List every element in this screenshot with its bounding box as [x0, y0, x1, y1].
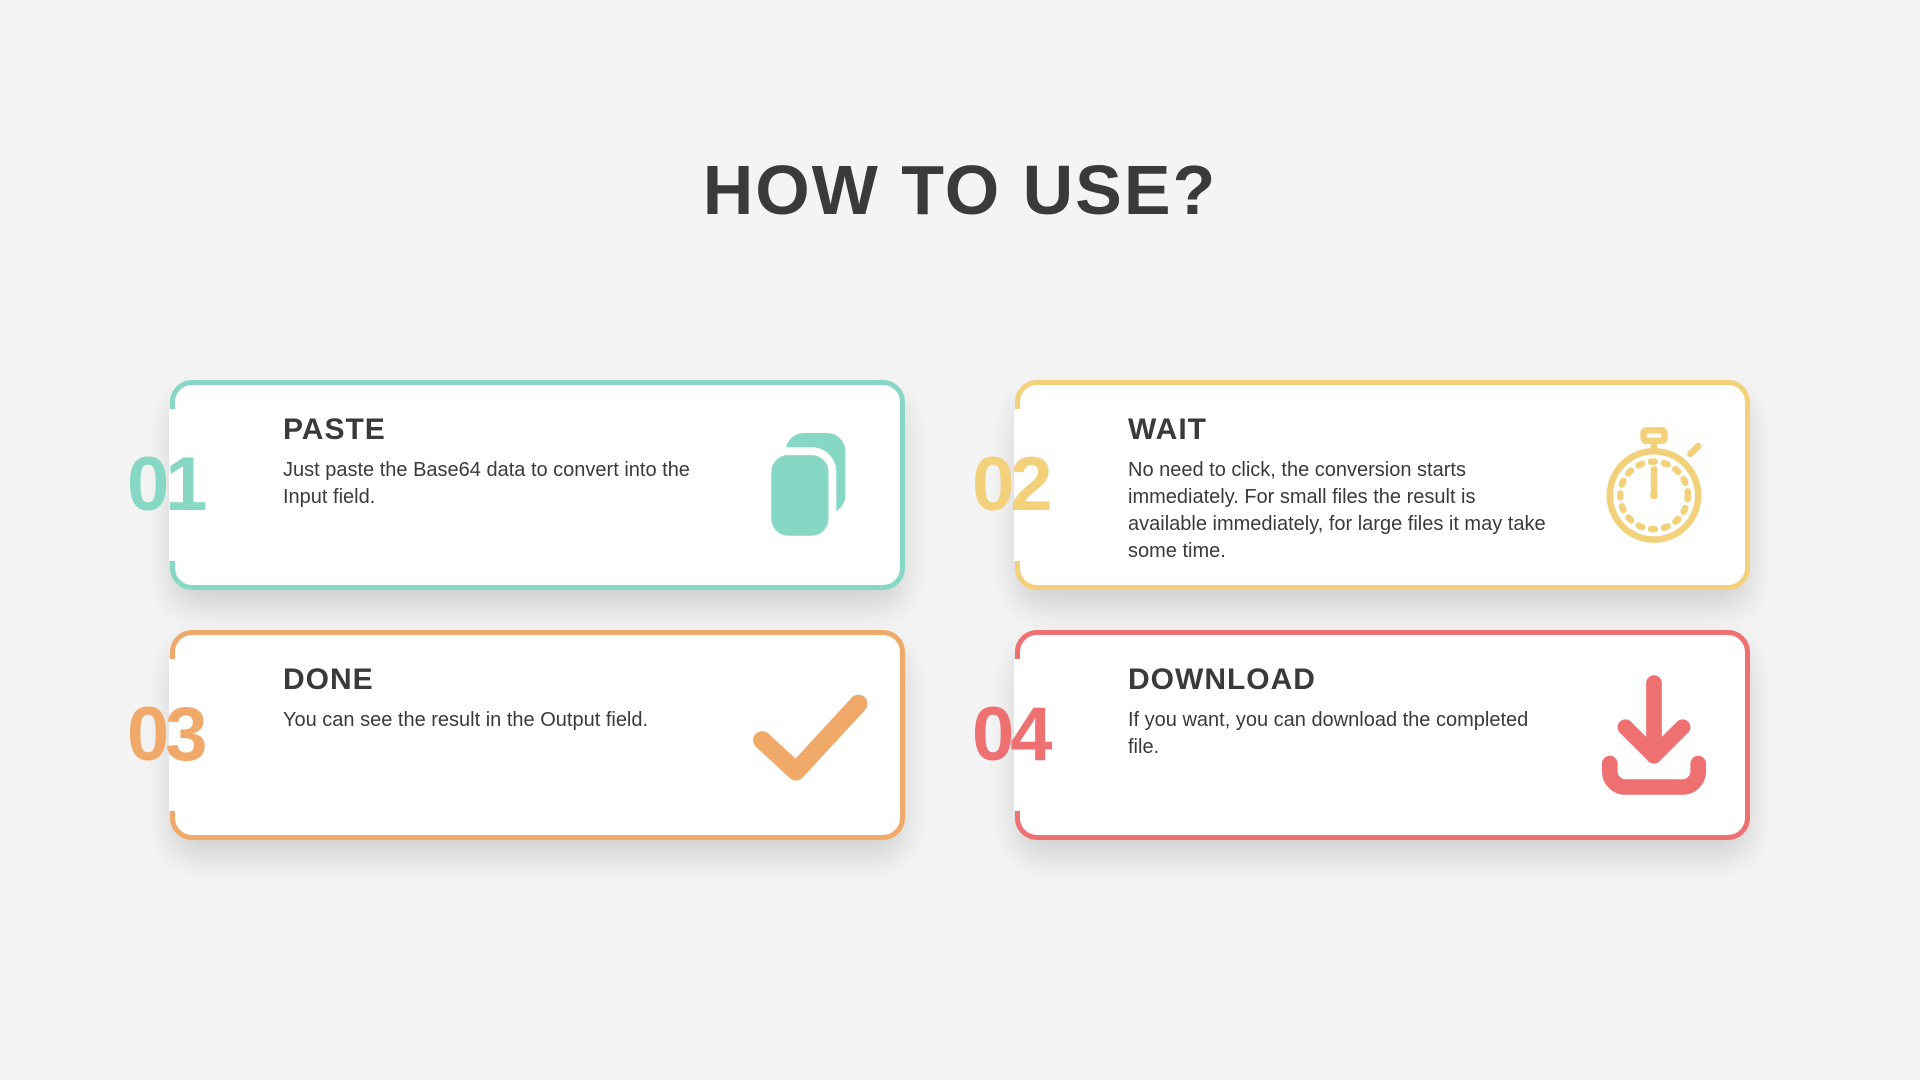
step-description: Just paste the Base64 data to convert in… — [283, 457, 703, 511]
step-title: DONE — [283, 663, 750, 697]
check-icon — [744, 670, 874, 800]
step-description: No need to click, the conversion starts … — [1128, 457, 1548, 565]
step-card-done: 03 DONE You can see the result in the Ou… — [170, 630, 905, 840]
step-card-paste: 01 PASTE Just paste the Base64 data to c… — [170, 380, 905, 590]
download-icon — [1589, 670, 1719, 800]
step-description: You can see the result in the Output fie… — [283, 707, 703, 734]
page-title: HOW TO USE? — [0, 150, 1920, 230]
step-title: WAIT — [1128, 413, 1595, 447]
step-title: PASTE — [283, 413, 750, 447]
steps-grid: 01 PASTE Just paste the Base64 data to c… — [170, 380, 1750, 840]
step-card-download: 04 DOWNLOAD If you want, you can downloa… — [1015, 630, 1750, 840]
clipboard-icon — [744, 420, 874, 550]
stopwatch-icon — [1589, 420, 1719, 550]
step-card-wait: 02 WAIT No need to click, the conversion… — [1015, 380, 1750, 590]
step-title: DOWNLOAD — [1128, 663, 1595, 697]
step-description: If you want, you can download the comple… — [1128, 707, 1548, 761]
